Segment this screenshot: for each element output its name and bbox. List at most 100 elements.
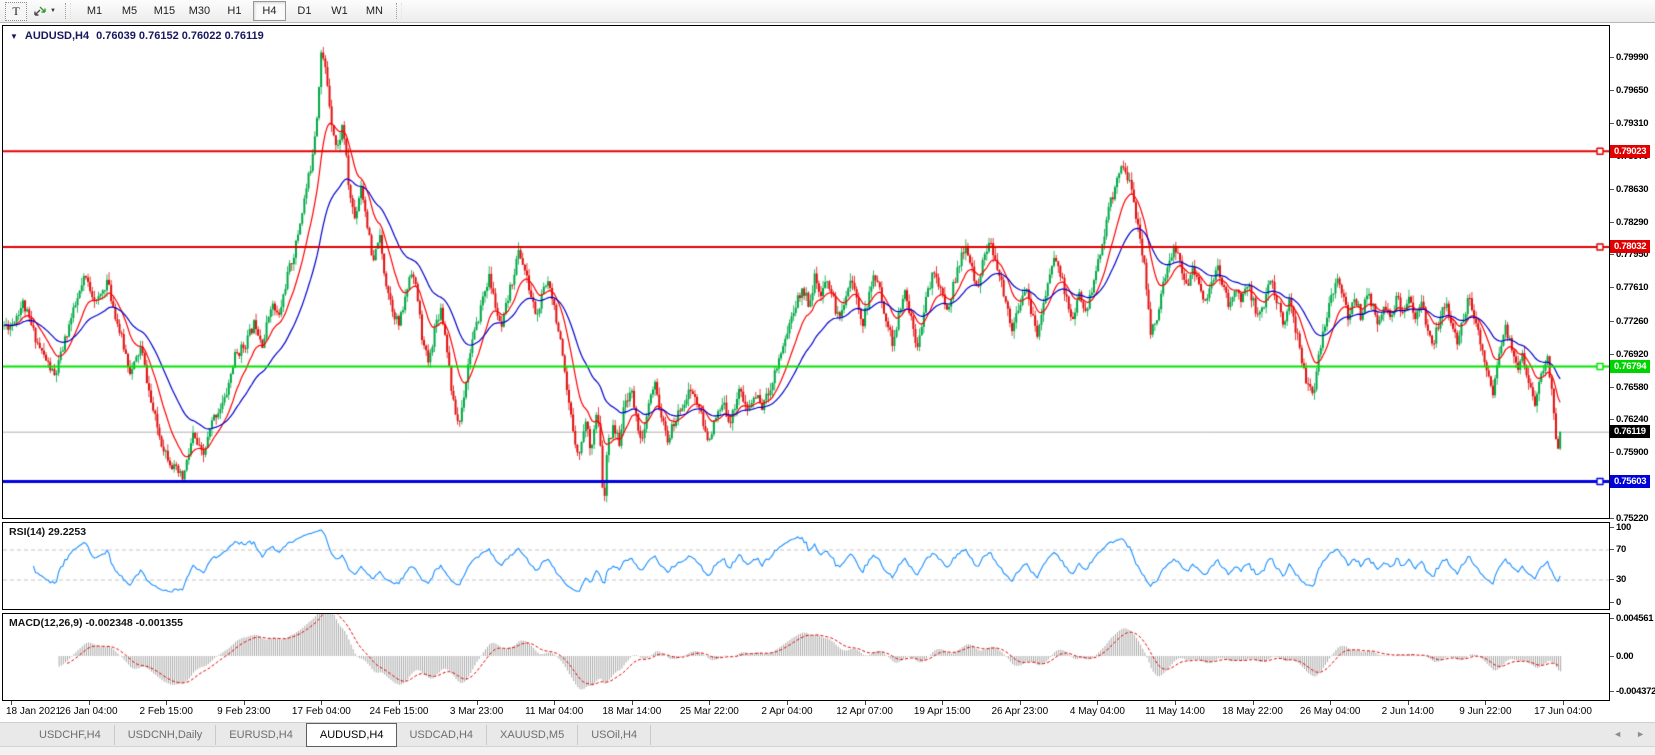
timeframe-button-w1[interactable]: W1 xyxy=(323,1,356,21)
chart-tab-xauusd[interactable]: XAUUSD,M5 xyxy=(487,725,578,745)
price-marker-label: 0.76794 xyxy=(1610,360,1650,373)
arrows-dropdown-caret-icon[interactable]: ▼ xyxy=(50,8,56,14)
macd-tick-label-text: 0.004561 xyxy=(1616,613,1653,624)
time-axis-label: 18 May 22:00 xyxy=(1222,706,1283,717)
text-tool-icon: T xyxy=(12,4,19,19)
time-axis-tick xyxy=(1020,701,1021,705)
price-tick-label: 0.79990 xyxy=(1610,52,1648,63)
time-axis-tick xyxy=(942,701,943,705)
price-tick-label-text: 0.79310 xyxy=(1616,118,1648,129)
scale-tick-mark xyxy=(1610,254,1614,255)
time-axis-tick xyxy=(632,701,633,705)
price-tick-label-text: 0.76920 xyxy=(1616,349,1648,360)
timeframe-button-h1[interactable]: H1 xyxy=(218,1,251,21)
tab-scroll-arrows: ◄ ► xyxy=(1613,729,1645,739)
toolbar-grip xyxy=(396,3,402,19)
rsi-tick-label-text: 30 xyxy=(1616,574,1626,585)
scale-tick-mark xyxy=(1610,518,1614,519)
chart-context-menu-icon[interactable]: ▼ xyxy=(10,32,18,41)
time-axis[interactable]: 18 Jan 202126 Jan 04:002 Feb 15:009 Feb … xyxy=(2,701,1610,722)
time-axis-label: 11 Mar 04:00 xyxy=(525,706,583,717)
timeframe-button-mn[interactable]: MN xyxy=(358,1,391,21)
time-axis-label: 26 May 04:00 xyxy=(1300,706,1361,717)
price-tick-label: 0.79310 xyxy=(1610,118,1648,129)
chart-tab-usdcad[interactable]: USDCAD,H4 xyxy=(396,725,487,745)
tab-scroll-left-icon[interactable]: ◄ xyxy=(1613,729,1622,739)
time-axis-label: 2 Apr 04:00 xyxy=(761,706,812,717)
time-axis-tick xyxy=(1330,701,1331,705)
chart-title-ohlc: 0.76039 0.76152 0.76022 0.76119 xyxy=(96,30,264,42)
macd-tick-label-text: -0.004372 xyxy=(1616,686,1655,697)
timeframe-button-m5[interactable]: M5 xyxy=(113,1,146,21)
rsi-tick-label-text: 0 xyxy=(1616,597,1621,608)
price-tick-label: 0.78290 xyxy=(1610,217,1648,228)
scale-tick-mark xyxy=(1610,656,1614,657)
top-toolbar: T ▼ M1M5M15M30H1H4D1W1MN xyxy=(0,0,1655,23)
rsi-tick-label: 100 xyxy=(1610,522,1631,533)
scale-tick-mark xyxy=(1610,387,1614,388)
time-axis-tick xyxy=(166,701,167,705)
price-tick-label: 0.77260 xyxy=(1610,316,1648,327)
scale-tick-mark xyxy=(1610,222,1614,223)
timeframe-button-m1[interactable]: M1 xyxy=(78,1,111,21)
price-tick-label: 0.76240 xyxy=(1610,414,1648,425)
macd-chart-canvas[interactable] xyxy=(3,614,1609,700)
timeframe-button-m15[interactable]: M15 xyxy=(148,1,181,21)
chart-tab-audusd[interactable]: AUDUSD,H4 xyxy=(306,723,398,747)
time-axis-label: 2 Jun 14:00 xyxy=(1382,706,1434,717)
price-scale[interactable]: 0.799900.796500.793100.789700.786300.782… xyxy=(1610,23,1655,701)
chart-tab-usdchf[interactable]: USDCHF,H4 xyxy=(26,725,115,745)
time-axis-label: 24 Feb 15:00 xyxy=(370,706,429,717)
text-tool-button[interactable]: T xyxy=(5,2,27,21)
time-axis-label: 9 Jun 22:00 xyxy=(1459,706,1511,717)
time-axis-tick xyxy=(477,701,478,705)
tab-scroll-right-icon[interactable]: ► xyxy=(1636,729,1645,739)
price-tick-label: 0.77610 xyxy=(1610,282,1648,293)
rsi-tick-label: 30 xyxy=(1610,574,1626,585)
scale-tick-mark xyxy=(1610,354,1614,355)
macd-tick-label: 0.004561 xyxy=(1610,613,1653,624)
time-axis-tick xyxy=(244,701,245,705)
rsi-chart-canvas[interactable] xyxy=(3,523,1609,609)
price-chart-canvas[interactable] xyxy=(3,26,1609,518)
price-tick-label-text: 0.77610 xyxy=(1616,282,1648,293)
chart-title-symbol: AUDUSD,H4 xyxy=(25,30,89,42)
price-tick-label: 0.76920 xyxy=(1610,349,1648,360)
scale-tick-mark xyxy=(1610,618,1614,619)
chart-tab-usdcnh[interactable]: USDCNH,Daily xyxy=(115,725,217,745)
price-tick-label-text: 0.76580 xyxy=(1616,382,1648,393)
price-marker-label: 0.79023 xyxy=(1610,145,1650,158)
time-axis-label: 2 Feb 15:00 xyxy=(140,706,193,717)
time-axis-label: 17 Jun 04:00 xyxy=(1534,706,1592,717)
time-axis-tick xyxy=(554,701,555,705)
chart-title: ▼ AUDUSD,H4 0.76039 0.76152 0.76022 0.76… xyxy=(10,30,264,42)
time-axis-label: 3 Mar 23:00 xyxy=(450,706,503,717)
time-axis-label: 4 May 04:00 xyxy=(1070,706,1125,717)
macd-panel: MACD(12,26,9) -0.002348 -0.001355 xyxy=(2,613,1610,701)
scale-tick-mark xyxy=(1610,57,1614,58)
chart-panels: ▼ AUDUSD,H4 0.76039 0.76152 0.76022 0.76… xyxy=(2,25,1610,701)
chart-tab-eurusd[interactable]: EURUSD,H4 xyxy=(216,725,307,745)
timeframe-button-d1[interactable]: D1 xyxy=(288,1,321,21)
time-axis-label: 18 Mar 14:00 xyxy=(602,706,661,717)
time-axis-tick xyxy=(89,701,90,705)
price-tick-label: 0.78630 xyxy=(1610,184,1648,195)
arrows-tool-button[interactable]: ▼ xyxy=(29,2,59,20)
scale-tick-mark xyxy=(1610,691,1614,692)
toolbar-grip xyxy=(65,3,71,19)
time-axis-tick xyxy=(709,701,710,705)
time-axis-label: 18 Jan 2021 xyxy=(6,706,61,717)
chart-tab-usoil[interactable]: USOil,H4 xyxy=(578,725,651,745)
arrows-tool-icon xyxy=(32,4,47,18)
chart-window: ▼ AUDUSD,H4 0.76039 0.76152 0.76022 0.76… xyxy=(0,23,1655,701)
timeframe-button-m30[interactable]: M30 xyxy=(183,1,216,21)
scale-tick-mark xyxy=(1610,549,1614,550)
timeframe-button-h4[interactable]: H4 xyxy=(253,1,286,21)
time-axis-label: 11 May 14:00 xyxy=(1145,706,1205,717)
rsi-label: RSI(14) 29.2253 xyxy=(9,526,86,538)
price-tick-label-text: 0.79990 xyxy=(1616,52,1648,63)
time-axis-tick xyxy=(11,701,12,705)
time-axis-label: 26 Jan 04:00 xyxy=(60,706,118,717)
time-axis-tick xyxy=(1408,701,1409,705)
chart-tabs: USDCHF,H4USDCNH,DailyEURUSD,H4AUDUSD,H4U… xyxy=(26,723,651,747)
